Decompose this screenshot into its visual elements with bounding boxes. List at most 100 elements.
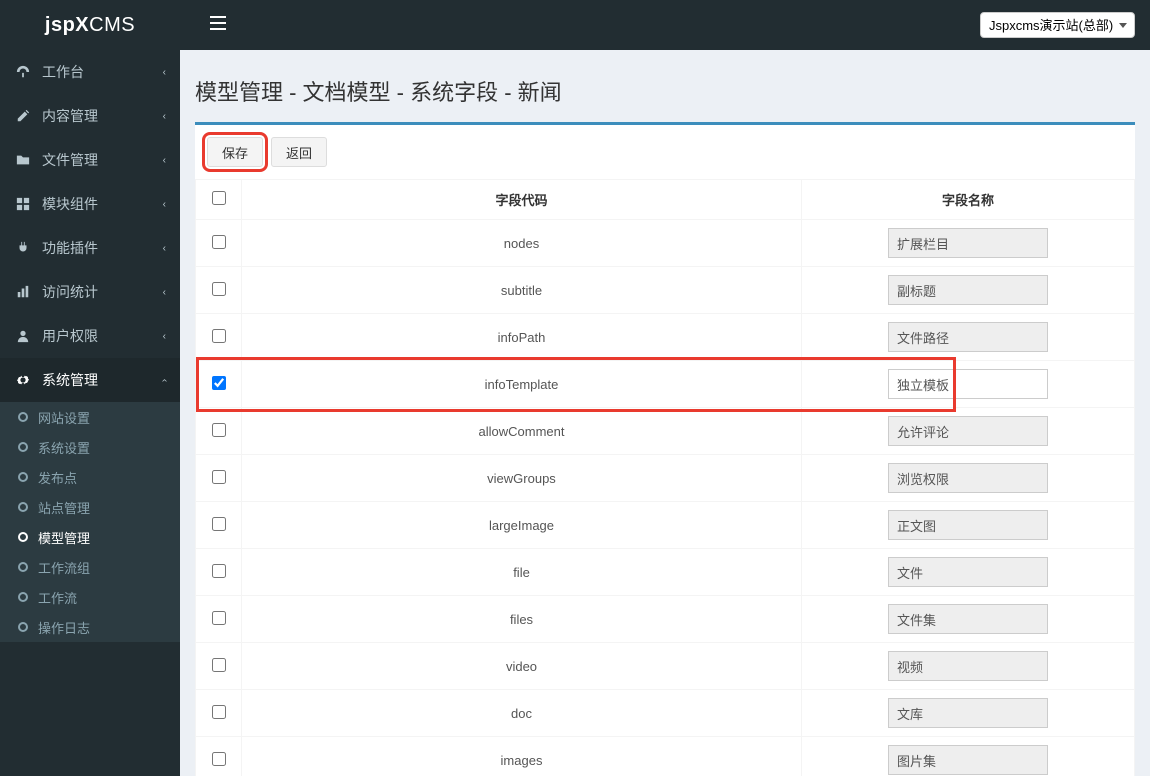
- bullet-icon: [18, 502, 28, 512]
- dashboard-icon: [14, 65, 32, 79]
- bullet-icon: [18, 592, 28, 602]
- chevron-left-icon: ‹: [163, 155, 166, 166]
- sidebar-subitem-label: 发布点: [38, 468, 77, 487]
- sidebar-item-folder[interactable]: 文件管理‹: [0, 138, 180, 182]
- panel: 保存 返回 字段代码 字段名称 nodessubtitleinfoPa: [195, 125, 1135, 776]
- hamburger-icon[interactable]: [195, 6, 241, 45]
- row-checkbox[interactable]: [212, 282, 226, 296]
- sidebar-subitem[interactable]: 工作流: [0, 582, 180, 612]
- save-button[interactable]: 保存: [207, 137, 263, 167]
- row-checkbox[interactable]: [212, 376, 226, 390]
- bullet-icon: [18, 442, 28, 452]
- header-code: 字段代码: [242, 180, 802, 220]
- table-row: video: [196, 643, 1135, 690]
- sidebar-item-label: 工作台: [42, 62, 163, 82]
- sidebar-item-grid[interactable]: 模块组件‹: [0, 182, 180, 226]
- row-checkbox[interactable]: [212, 470, 226, 484]
- table-row: subtitle: [196, 267, 1135, 314]
- table-row: doc: [196, 690, 1135, 737]
- field-name-input[interactable]: [888, 369, 1048, 399]
- field-name-cell: [802, 690, 1135, 737]
- table-row: images: [196, 737, 1135, 776]
- table-row: infoTemplate: [196, 361, 1135, 408]
- toolbar: 保存 返回: [195, 125, 1135, 179]
- field-name-input[interactable]: [888, 275, 1048, 305]
- table-row: infoPath: [196, 314, 1135, 361]
- sidebar: 工作台‹内容管理‹文件管理‹模块组件‹功能插件‹访问统计‹用户权限‹系统管理‹网…: [0, 50, 180, 776]
- table-row: allowComment: [196, 408, 1135, 455]
- field-name-cell: [802, 220, 1135, 267]
- field-name-cell: [802, 408, 1135, 455]
- sidebar-item-label: 功能插件: [42, 238, 163, 258]
- sidebar-item-plug[interactable]: 功能插件‹: [0, 226, 180, 270]
- sidebar-item-gear[interactable]: 系统管理‹: [0, 358, 180, 402]
- page-title: 模型管理 - 文档模型 - 系统字段 - 新闻: [195, 65, 1135, 122]
- row-checkbox[interactable]: [212, 517, 226, 531]
- plug-icon: [14, 241, 32, 255]
- brand-logo: jspXCMS: [0, 0, 180, 50]
- field-name-cell: [802, 549, 1135, 596]
- field-code: doc: [242, 690, 802, 737]
- row-checkbox[interactable]: [212, 705, 226, 719]
- sidebar-subitem[interactable]: 工作流组: [0, 552, 180, 582]
- field-code: largeImage: [242, 502, 802, 549]
- field-name-input[interactable]: [888, 745, 1048, 775]
- row-checkbox[interactable]: [212, 658, 226, 672]
- sidebar-subitem[interactable]: 系统设置: [0, 432, 180, 462]
- sidebar-item-chart[interactable]: 访问统计‹: [0, 270, 180, 314]
- header-name: 字段名称: [802, 180, 1135, 220]
- field-name-input[interactable]: [888, 651, 1048, 681]
- sidebar-subitem[interactable]: 发布点: [0, 462, 180, 492]
- table-row: nodes: [196, 220, 1135, 267]
- table-row: file: [196, 549, 1135, 596]
- field-name-input[interactable]: [888, 228, 1048, 258]
- row-checkbox[interactable]: [212, 752, 226, 766]
- field-name-input[interactable]: [888, 557, 1048, 587]
- row-checkbox[interactable]: [212, 564, 226, 578]
- chevron-left-icon: ‹: [163, 331, 166, 342]
- user-icon: [14, 329, 32, 343]
- field-code: nodes: [242, 220, 802, 267]
- row-checkbox[interactable]: [212, 329, 226, 343]
- site-select[interactable]: Jspxcms演示站(总部): [980, 12, 1135, 38]
- content: 模型管理 - 文档模型 - 系统字段 - 新闻 保存 返回 字段代码 字段名称: [180, 50, 1150, 776]
- field-name-input[interactable]: [888, 698, 1048, 728]
- field-name-input[interactable]: [888, 322, 1048, 352]
- sidebar-subitem[interactable]: 模型管理: [0, 522, 180, 552]
- field-name-input[interactable]: [888, 510, 1048, 540]
- row-checkbox[interactable]: [212, 235, 226, 249]
- field-name-input[interactable]: [888, 416, 1048, 446]
- select-all-checkbox[interactable]: [212, 191, 226, 205]
- sidebar-item-edit[interactable]: 内容管理‹: [0, 94, 180, 138]
- sidebar-subitem[interactable]: 站点管理: [0, 492, 180, 522]
- sidebar-subitem-label: 工作流: [38, 588, 77, 607]
- field-code: infoTemplate: [242, 361, 802, 408]
- field-name-input[interactable]: [888, 604, 1048, 634]
- bullet-icon: [18, 412, 28, 422]
- sidebar-subitem[interactable]: 操作日志: [0, 612, 180, 642]
- fields-table: 字段代码 字段名称 nodessubtitleinfoPathinfoTempl…: [195, 179, 1135, 776]
- sidebar-item-label: 内容管理: [42, 106, 163, 126]
- sidebar-subitem-label: 系统设置: [38, 438, 90, 457]
- field-name-cell: [802, 502, 1135, 549]
- field-name-input[interactable]: [888, 463, 1048, 493]
- back-button[interactable]: 返回: [271, 137, 327, 167]
- folder-icon: [14, 153, 32, 167]
- grid-icon: [14, 197, 32, 211]
- top-header: jspXCMS Jspxcms演示站(总部): [0, 0, 1150, 50]
- gear-icon: [14, 373, 32, 387]
- field-code: viewGroups: [242, 455, 802, 502]
- table-row: files: [196, 596, 1135, 643]
- sidebar-item-user[interactable]: 用户权限‹: [0, 314, 180, 358]
- chart-icon: [14, 285, 32, 299]
- row-checkbox[interactable]: [212, 611, 226, 625]
- sidebar-subitem-label: 站点管理: [38, 498, 90, 517]
- sidebar-item-label: 系统管理: [42, 370, 163, 390]
- navbar: Jspxcms演示站(总部): [180, 0, 1150, 50]
- row-checkbox[interactable]: [212, 423, 226, 437]
- chevron-left-icon: ‹: [163, 67, 166, 78]
- sidebar-subitem-label: 模型管理: [38, 528, 90, 547]
- field-name-cell: [802, 314, 1135, 361]
- sidebar-subitem[interactable]: 网站设置: [0, 402, 180, 432]
- sidebar-item-dashboard[interactable]: 工作台‹: [0, 50, 180, 94]
